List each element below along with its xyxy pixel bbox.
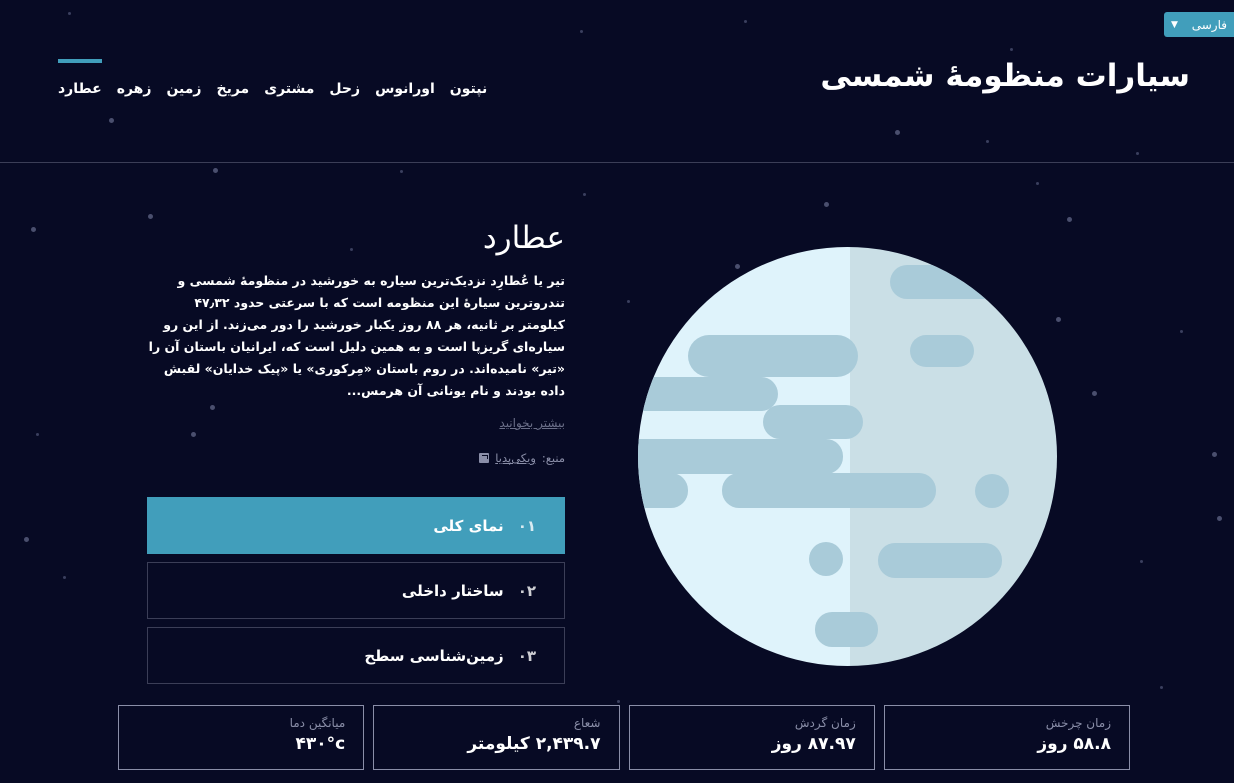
stat-rotation-time: زمان چرخش ۵۸.۸ روز bbox=[883, 705, 1130, 770]
external-link-icon[interactable] bbox=[479, 453, 490, 463]
tab-label: زمین‌شناسی سطح bbox=[364, 646, 504, 665]
stat-value: ۲,۴۳۹.۷ کیلومتر bbox=[467, 734, 601, 754]
stat-revolution-time: زمان گردش ۸۷.۹۷ روز bbox=[628, 705, 875, 770]
tab-overview[interactable]: ۰۱ نمای کلی bbox=[147, 497, 565, 554]
source-link[interactable]: ویکی‌پدیا bbox=[495, 451, 536, 465]
chevron-down-icon: ▼ bbox=[1171, 19, 1178, 30]
planet-stats: میانگین دما ۴۳۰°c شعاع ۲,۴۳۹.۷ کیلومتر ز… bbox=[118, 705, 1130, 770]
planet-nav: عطارد زهره زمین مریخ مشتری زحل اورانوس ن… bbox=[58, 59, 487, 119]
stat-label: زمان چرخش bbox=[1045, 716, 1111, 730]
tab-surface-geology[interactable]: ۰۳ زمین‌شناسی سطح bbox=[147, 627, 565, 684]
stat-label: میانگین دما bbox=[289, 716, 346, 730]
language-label: فارسی bbox=[1191, 17, 1227, 32]
nav-item-earth[interactable]: زمین bbox=[166, 59, 201, 119]
tab-number: ۰۳ bbox=[517, 646, 536, 665]
stat-label: زمان گردش bbox=[794, 716, 856, 730]
tab-label: ساختار داخلی bbox=[401, 581, 504, 600]
nav-item-jupiter[interactable]: مشتری bbox=[264, 59, 314, 119]
tab-number: ۰۲ bbox=[517, 581, 536, 600]
stat-average-temperature: میانگین دما ۴۳۰°c bbox=[118, 705, 365, 770]
planet-info: عطارد تیر یا عُطارِد نزدیک‌ترین سیاره به… bbox=[147, 220, 565, 465]
tab-internal-structure[interactable]: ۰۲ ساختار داخلی bbox=[147, 562, 565, 619]
planet-name: عطارد bbox=[482, 220, 565, 256]
tab-label: نمای کلی bbox=[433, 516, 504, 535]
language-select[interactable]: ▼ فارسی bbox=[1164, 12, 1234, 37]
stat-value: ۴۳۰°c bbox=[295, 734, 346, 754]
header-divider bbox=[0, 162, 1234, 163]
stat-value: ۵۸.۸ روز bbox=[1037, 734, 1111, 754]
source-label: منبع: bbox=[541, 451, 565, 465]
nav-item-uranus[interactable]: اورانوس bbox=[375, 59, 435, 119]
stat-radius: شعاع ۲,۴۳۹.۷ کیلومتر bbox=[373, 705, 620, 770]
planet-tabs: ۰۱ نمای کلی ۰۲ ساختار داخلی ۰۳ زمین‌شناس… bbox=[147, 497, 565, 692]
source-line: منبع: ویکی‌پدیا bbox=[147, 451, 565, 465]
nav-item-mercury[interactable]: عطارد bbox=[58, 59, 102, 119]
stat-value: ۸۷.۹۷ روز bbox=[771, 734, 856, 754]
read-more-link[interactable]: بیشتر بخوانید bbox=[499, 416, 565, 430]
mercury-planet-illustration bbox=[638, 247, 1057, 666]
site-title: سیارات منظومهٔ شمسی bbox=[820, 58, 1190, 94]
nav-item-mars[interactable]: مریخ bbox=[217, 59, 250, 119]
nav-item-saturn[interactable]: زحل bbox=[329, 59, 360, 119]
stat-label: شعاع bbox=[573, 716, 601, 730]
tab-number: ۰۱ bbox=[517, 516, 536, 535]
nav-item-venus[interactable]: زهره bbox=[117, 59, 152, 119]
nav-item-neptune[interactable]: نپتون bbox=[450, 59, 487, 119]
planet-description: تیر یا عُطارِد نزدیک‌ترین سیاره به خورشی… bbox=[148, 273, 565, 398]
